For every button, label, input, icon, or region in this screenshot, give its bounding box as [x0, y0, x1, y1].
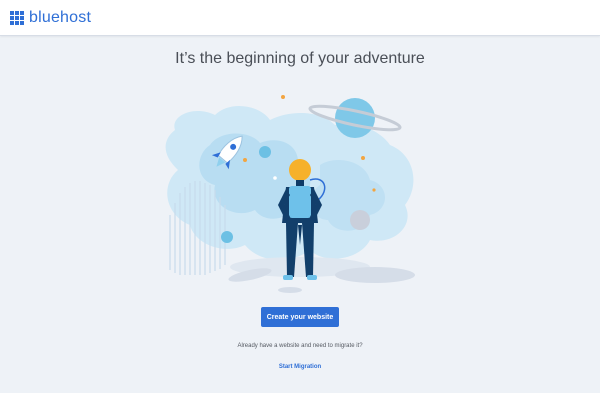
- star-dot: [281, 95, 285, 99]
- start-migration-link[interactable]: Start Migration: [240, 364, 360, 370]
- grey-moon: [350, 210, 370, 230]
- bluehost-grid-icon: [10, 11, 24, 25]
- star-dot-4: [372, 188, 376, 192]
- bluehost-logo[interactable]: bluehost: [10, 9, 91, 27]
- ground-rock: [335, 267, 415, 283]
- star-dot-2: [243, 158, 247, 162]
- top-bar: bluehost: [0, 0, 600, 36]
- astronaut-space-illustration: [165, 95, 415, 293]
- small-planet: [259, 146, 271, 158]
- star-dot-3: [361, 156, 365, 160]
- migrate-prompt: Already have a website and need to migra…: [237, 343, 363, 349]
- small-planet-2: [221, 231, 233, 243]
- sparkle-dot: [273, 176, 277, 180]
- create-website-button[interactable]: Create your website: [261, 307, 339, 327]
- brand-name: bluehost: [29, 9, 92, 26]
- ground-rock-3: [278, 287, 302, 293]
- page-title: It’s the beginning of your adventure: [175, 50, 425, 67]
